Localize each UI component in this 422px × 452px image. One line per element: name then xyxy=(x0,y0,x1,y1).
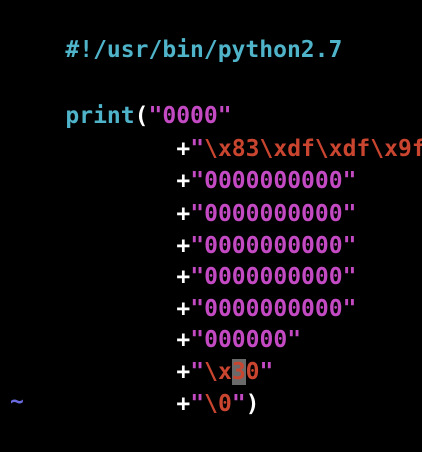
code-line-print: print("0000" xyxy=(10,68,231,129)
escape-sequence: \0 xyxy=(204,391,232,417)
code-line-9: +"\x30" xyxy=(10,324,273,385)
code-editor[interactable]: #!/usr/bin/python2.7 print("0000" +"\x83… xyxy=(0,0,422,417)
code-line-shebang: #!/usr/bin/python2.7 xyxy=(10,2,342,63)
code-line-7: +"0000000000" xyxy=(10,261,356,322)
code-line-3: +"0000000000" xyxy=(10,133,356,194)
string-quote-close: " xyxy=(342,296,357,322)
plus-operator: + xyxy=(176,391,191,417)
string-quote-close: " xyxy=(259,359,274,385)
empty-line-tilde: ~ xyxy=(10,389,24,415)
code-line-10: +"\0") xyxy=(10,356,259,417)
code-line-4: +"0000000000" xyxy=(10,166,356,227)
string-quote-open: " xyxy=(190,391,205,417)
string-quote-close: " xyxy=(231,391,246,417)
code-line-5: +"0000000000" xyxy=(10,198,356,259)
code-line-6: +"0000000000" xyxy=(10,229,356,290)
code-line-8: +"000000" xyxy=(10,292,301,353)
code-line-2: +"\x83\xdf\xdf\x9f" xyxy=(10,101,422,162)
string-quote-close: " xyxy=(287,327,302,353)
shebang-text: #!/usr/bin/python2.7 xyxy=(65,37,343,63)
close-paren: ) xyxy=(245,391,260,417)
